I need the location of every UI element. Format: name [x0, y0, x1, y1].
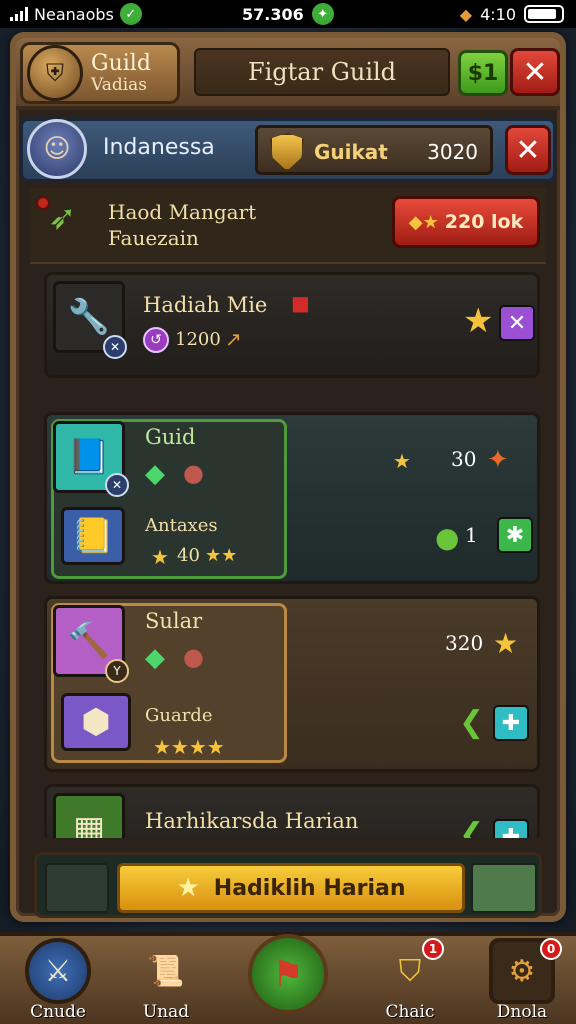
currency-name: Guikat — [314, 140, 388, 164]
item-subname: Antaxes — [145, 515, 218, 536]
nav-label: Cnude — [30, 1002, 86, 1022]
spark-icon: ↗ — [225, 327, 242, 351]
purple-coin-icon: ↺ — [143, 327, 169, 353]
nav-item-cnude[interactable]: ⚔ Cnude — [8, 936, 108, 1024]
stars-icon: ★★★★ — [153, 735, 225, 759]
header-button-value: 220 lok — [444, 211, 524, 233]
header-reward-button[interactable]: ◆★ 220 lok — [392, 196, 540, 248]
item-name: Hadiah Mie — [143, 293, 268, 317]
check-icon: ✓ — [119, 3, 142, 25]
guild-window: ⛨ Guild Vadias Figtar Guild $1 ✕ ☺ Indan… — [10, 32, 566, 922]
guild-badge-subtitle: Vadias — [91, 74, 148, 95]
scroll-icon: 📜 — [147, 953, 185, 989]
status-bar: Neanaobs ✓ 57.306 ✦ ◆ 4:10 — [0, 0, 576, 28]
shield-icon — [270, 133, 304, 171]
item-name: Sular — [145, 609, 203, 633]
close-button[interactable]: ✕ — [510, 48, 560, 96]
crystal-icon: ⬢ — [61, 693, 131, 751]
item-value: 320 — [445, 631, 484, 655]
leaf-icon: ✦ — [311, 3, 334, 25]
daily-reward-label: Hadiklih Harian — [213, 875, 406, 901]
list-item[interactable]: ▦ ⊙ Harhikarsda Harian ⚱ 1300 ★ ❮ ✚ — [44, 784, 540, 838]
carrier-label: Neanaobs — [34, 4, 114, 24]
stars-icon: ★★ — [205, 545, 238, 566]
battery-icon — [524, 5, 564, 23]
star-icon: ★ — [463, 301, 494, 341]
status-right-text: 4:10 — [480, 4, 516, 24]
nav-item-unad[interactable]: 📜 Unad — [116, 936, 216, 1024]
banner-icon: ⚑ — [248, 934, 328, 1014]
right-arrow-button[interactable] — [471, 863, 537, 913]
window-title: Figtar Guild — [194, 48, 450, 96]
green-action-button[interactable]: ✱ — [497, 517, 533, 553]
item-name: Harhikarsda Harian — [145, 809, 359, 833]
item-subtitle: 1200 — [175, 329, 221, 350]
user-bar: ☺ Indanessa Guikat 3020 ✕ — [20, 118, 556, 182]
green-gem-icon: ◆ — [145, 643, 165, 673]
green-gem-icon: ◆ — [145, 459, 165, 489]
spark-icon: ✦ — [487, 445, 509, 475]
quest-list[interactable]: ➶ Haod Mangart Fauezain ◆★ 220 lok 🔧 ✕ H… — [30, 188, 546, 838]
green-arrow-icon: ❮ — [459, 705, 485, 740]
reward-value: 1 — [465, 523, 478, 547]
nav-item-dnola[interactable]: ⚙ 0 Dnola — [472, 936, 572, 1024]
green-currency-button[interactable]: $1 — [458, 50, 508, 96]
notification-badge: 0 — [540, 938, 562, 960]
title-bar: ⛨ Guild Vadias Figtar Guild $1 ✕ — [16, 38, 560, 110]
tome-icon: 📒 — [61, 507, 125, 565]
close-user-button[interactable]: ✕ — [505, 125, 551, 175]
item-name: Guid — [145, 425, 196, 449]
signal-icon — [10, 7, 28, 21]
bottom-nav: ⚔ Cnude 📜 Unad ⚑ ⛉ 1 Chaic ⚙ 0 Dnola — [0, 932, 576, 1024]
nav-label: Unad — [142, 1002, 190, 1022]
currency-panel[interactable]: Guikat 3020 — [255, 125, 493, 175]
list-item[interactable]: 🔧 ✕ Hadiah Mie ■ ↺ 1200 ↗ ★ ✕ — [44, 272, 540, 378]
rank-badge-icon: Y — [105, 659, 129, 683]
sword-icon: ⚔ — [25, 938, 91, 1004]
nav-label: Chaic — [385, 1002, 435, 1022]
daily-reward-button[interactable]: ★ Hadiklih Harian — [117, 863, 465, 913]
green-arrow-icon: ❮ — [459, 817, 485, 838]
nav-item-center[interactable]: ⚑ — [238, 934, 338, 1024]
teal-action-button[interactable]: ✚ — [493, 819, 529, 838]
purple-close-button[interactable]: ✕ — [499, 305, 535, 341]
item-subname: Guarde — [145, 705, 213, 726]
guild-badge-title: Guild — [91, 50, 151, 76]
rank-badge-icon: ✕ — [103, 335, 127, 359]
header-line1: Haod Mangart — [108, 200, 257, 224]
green-coin-icon: ● — [435, 521, 460, 554]
rank-badge-icon: ✕ — [105, 473, 129, 497]
item-stars-value: 40 — [177, 545, 200, 566]
bottom-action-bar: ★ Hadiklih Harian — [34, 852, 542, 918]
teal-action-button[interactable]: ✚ — [493, 705, 529, 741]
helmet-icon: ⛨ — [27, 45, 83, 101]
header-line2: Fauezain — [108, 226, 199, 250]
status-center: 57.306 ✦ — [242, 3, 334, 25]
gold-gem-icon: ◆★ — [408, 211, 439, 233]
status-time: 57.306 — [242, 4, 304, 24]
red-gem-icon: ■ — [291, 291, 310, 315]
gift-icon: ◆ — [459, 4, 473, 24]
star-icon: ★ — [151, 545, 169, 569]
status-right: ◆ 4:10 — [460, 5, 564, 24]
nav-label: Dnola — [496, 1002, 548, 1022]
currency-value: 3020 — [427, 140, 478, 164]
gold-block-icon: ▦ — [53, 793, 125, 838]
ore-icon: ● — [183, 643, 204, 671]
list-item[interactable]: 🔨 Y Sular ◆ ● ⬢ Guarde ★★★★ 320 ★ ❮ ✚ — [44, 596, 540, 772]
item-value: 30 — [451, 447, 477, 471]
star-icon: ★ — [176, 873, 200, 903]
guild-badge[interactable]: ⛨ Guild Vadias — [20, 42, 180, 104]
arrow-icon: ➶ — [48, 198, 77, 238]
nav-item-chaic[interactable]: ⛉ 1 Chaic — [360, 936, 460, 1024]
notification-badge: 1 — [422, 938, 444, 960]
list-item[interactable]: 📘 ✕ Guid ◆ ● 📒 Antaxes ★ 40 ★★ ★ 30 ✦ ● … — [44, 412, 540, 584]
user-name: Indanessa — [103, 135, 215, 160]
star-icon: ★ — [393, 449, 411, 473]
ore-icon: ● — [183, 459, 204, 487]
avatar[interactable]: ☺ — [27, 119, 87, 179]
star-icon: ★ — [493, 627, 519, 660]
left-arrow-button[interactable] — [45, 863, 109, 913]
list-header: ➶ Haod Mangart Fauezain ◆★ 220 lok — [30, 188, 546, 264]
